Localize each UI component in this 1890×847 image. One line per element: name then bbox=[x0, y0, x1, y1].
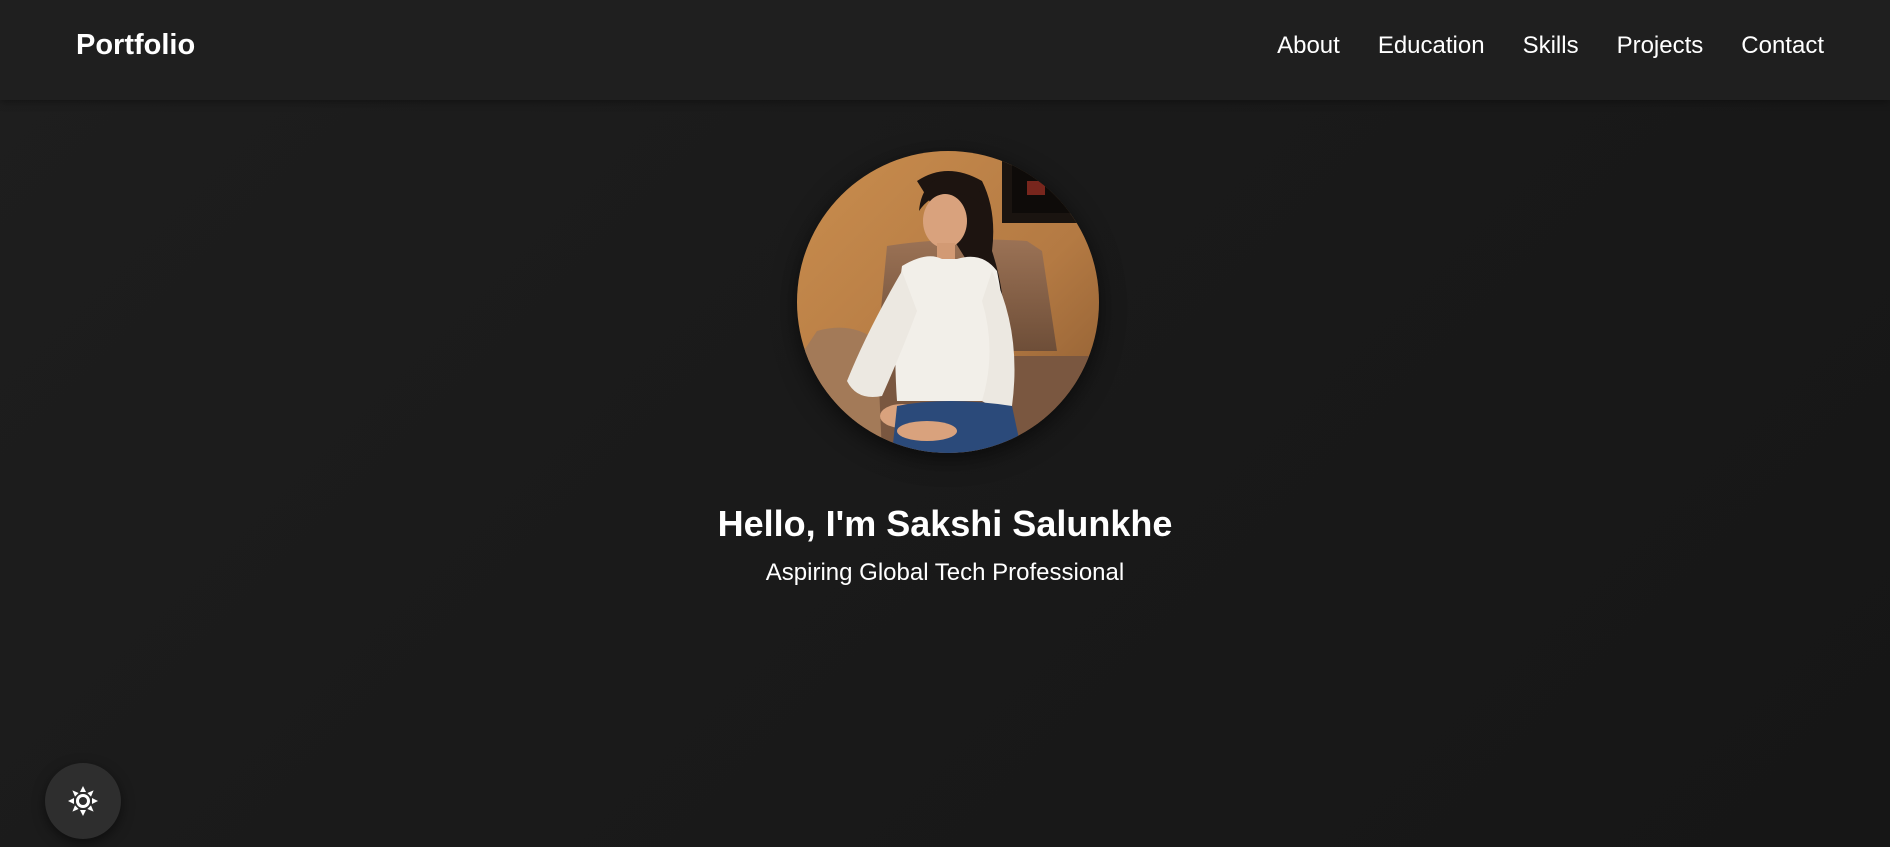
nav-link-skills[interactable]: Skills bbox=[1523, 32, 1579, 60]
navbar: Portfolio About Education Skills Project… bbox=[0, 0, 1890, 100]
nav-links: About Education Skills Projects Contact bbox=[1277, 32, 1824, 60]
sun-icon bbox=[68, 786, 98, 816]
hero-title: Hello, I'm Sakshi Salunkhe bbox=[717, 503, 1173, 544]
page: Portfolio About Education Skills Project… bbox=[0, 0, 1890, 847]
theme-toggle-button[interactable] bbox=[45, 763, 121, 839]
nav-link-projects[interactable]: Projects bbox=[1617, 32, 1704, 60]
nav-link-contact[interactable]: Contact bbox=[1741, 32, 1824, 60]
nav-link-education[interactable]: Education bbox=[1378, 32, 1485, 60]
profile-avatar bbox=[797, 151, 1099, 453]
profile-photo bbox=[797, 151, 1099, 453]
nav-link-about[interactable]: About bbox=[1277, 32, 1340, 60]
brand-logo[interactable]: Portfolio bbox=[76, 29, 195, 62]
hero-subtitle: Aspiring Global Tech Professional bbox=[765, 559, 1125, 586]
